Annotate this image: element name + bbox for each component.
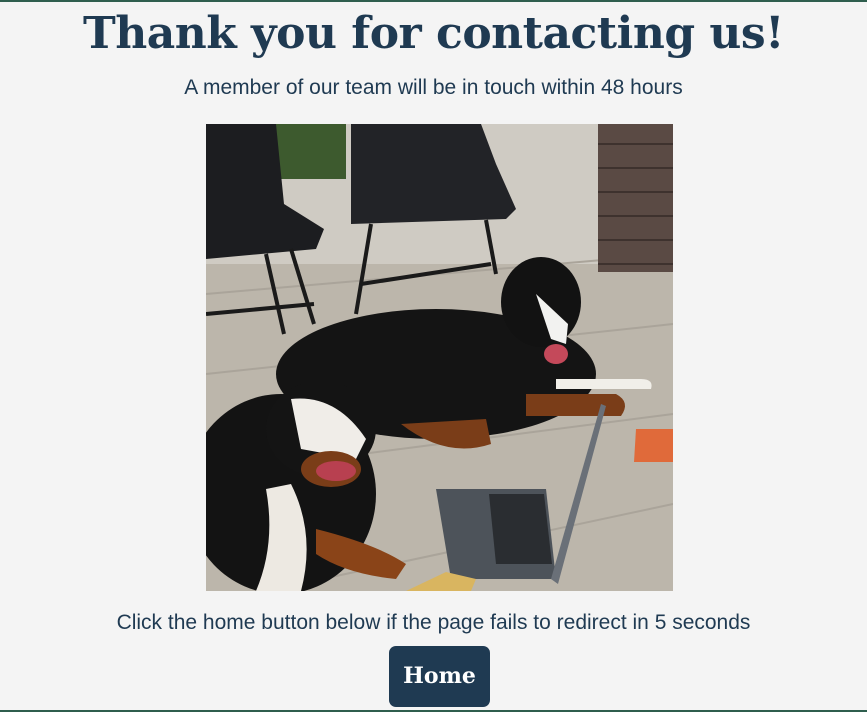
top-border [0,0,867,2]
home-button[interactable]: Home [389,646,490,707]
dogs-photo [206,124,673,591]
page-title: Thank you for contacting us! [83,8,784,59]
page-subtitle: A member of our team will be in touch wi… [184,76,683,99]
redirect-notice: Click the home button below if the page … [116,611,751,634]
